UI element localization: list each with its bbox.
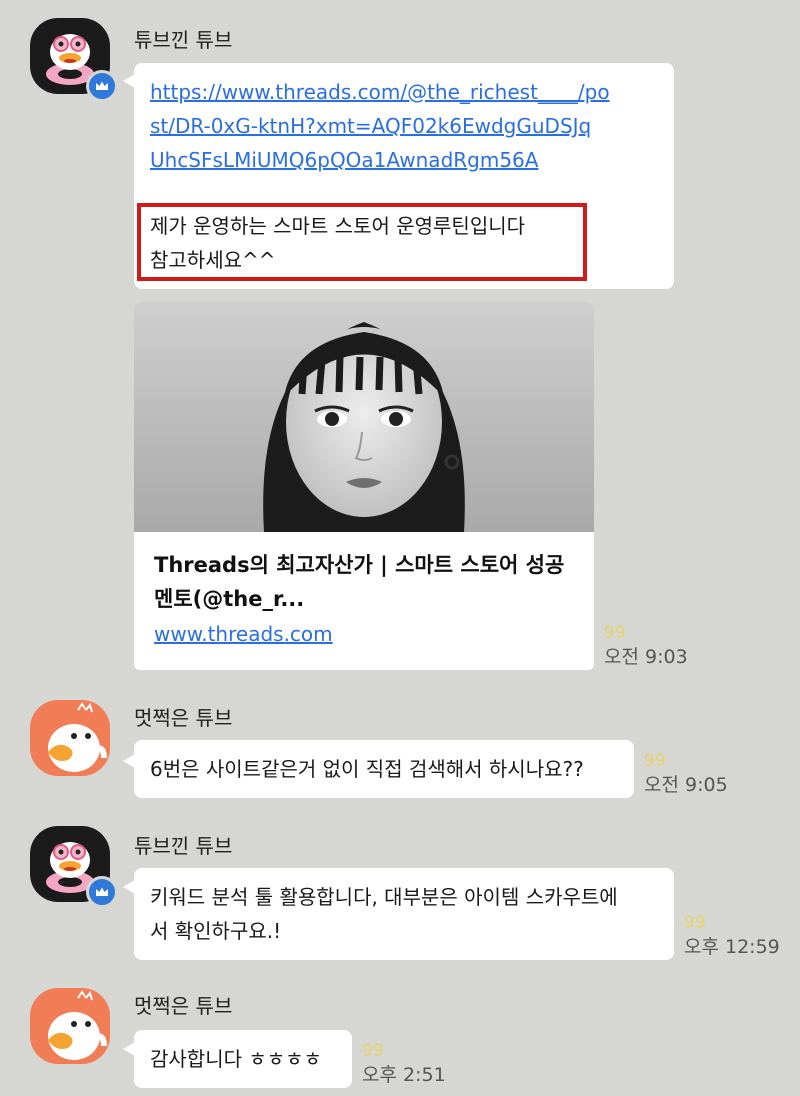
preview-title-line: 멘토(@the_r... [154, 587, 305, 611]
woman-portrait-thumbnail-icon [134, 302, 594, 532]
crown-badge [86, 70, 118, 102]
message-bubble[interactable]: 키워드 분석 툴 활용합니다, 대부분은 아이템 스카우트에 서 확인하구요.! [134, 868, 674, 960]
unread-count: 99 [644, 751, 666, 771]
preview-title[interactable]: Threads의 최고자산가 | 스마트 스토어 성공 멘토(@the_r... [154, 548, 574, 616]
message-meta: 99 오후 2:51 [362, 1040, 446, 1088]
message-meta: 99 오전 9:03 [604, 622, 688, 670]
timestamp: 오후 2:51 [362, 1064, 446, 1086]
crown-badge [86, 876, 118, 908]
message-link-line[interactable]: UhcSFsLMiUMQ6pQOa1AwnadRgm56A [150, 143, 662, 177]
message-text: 6번은 사이트같은거 없이 직접 검색해서 하시나요?? [150, 757, 584, 781]
message-link-line[interactable]: https://www.threads.com/@the_richest____… [150, 75, 662, 109]
timestamp: 오전 9:05 [644, 774, 728, 796]
timestamp: 오후 12:59 [684, 936, 780, 958]
preview-url[interactable]: www.threads.com [154, 622, 333, 646]
crown-icon [96, 887, 108, 896]
avatar[interactable] [30, 700, 110, 776]
unread-count: 99 [362, 1041, 384, 1061]
message-text-line: 제가 운영하는 스마트 스토어 운영루틴입니다 [150, 214, 526, 238]
sender-name: 멋쩍은 튜브 [134, 994, 233, 1018]
message-text-line: 참고하세요^^ [150, 248, 276, 272]
message-bubble[interactable]: https://www.threads.com/@the_richest____… [134, 63, 674, 289]
message-text-line: 서 확인하구요.! [150, 919, 282, 943]
crown-icon [96, 81, 108, 90]
avatar[interactable] [30, 988, 110, 1064]
link-preview-card[interactable]: Threads의 최고자산가 | 스마트 스토어 성공 멘토(@the_r...… [134, 302, 594, 670]
unread-count: 99 [684, 913, 706, 933]
unread-count: 99 [604, 623, 626, 643]
sender-name: 튜브낀 튜브 [134, 834, 233, 858]
timestamp: 오전 9:03 [604, 646, 688, 668]
message-bubble[interactable]: 6번은 사이트같은거 없이 직접 검색해서 하시나요?? [134, 740, 634, 798]
message-meta: 99 오후 12:59 [684, 912, 780, 960]
message-text: 감사합니다 ㅎㅎㅎㅎ [150, 1047, 322, 1071]
message-text-line: 키워드 분석 툴 활용합니다, 대부분은 아이템 스카우트에 [150, 885, 618, 909]
embarrassed-duck-avatar-icon [48, 990, 107, 1060]
embarrassed-duck-avatar-icon [48, 702, 107, 772]
message-bubble[interactable]: 감사합니다 ㅎㅎㅎㅎ [134, 1030, 352, 1088]
sender-name: 멋쩍은 튜브 [134, 706, 233, 730]
message-meta: 99 오전 9:05 [644, 750, 728, 798]
message-link-line[interactable]: st/DR-0xG-ktnH?xmt=AQF02k6EwdgGuDSJq [150, 109, 662, 143]
preview-title-line: Threads의 최고자산가 | 스마트 스토어 성공 [154, 553, 565, 577]
sender-name: 튜브낀 튜브 [134, 28, 233, 52]
